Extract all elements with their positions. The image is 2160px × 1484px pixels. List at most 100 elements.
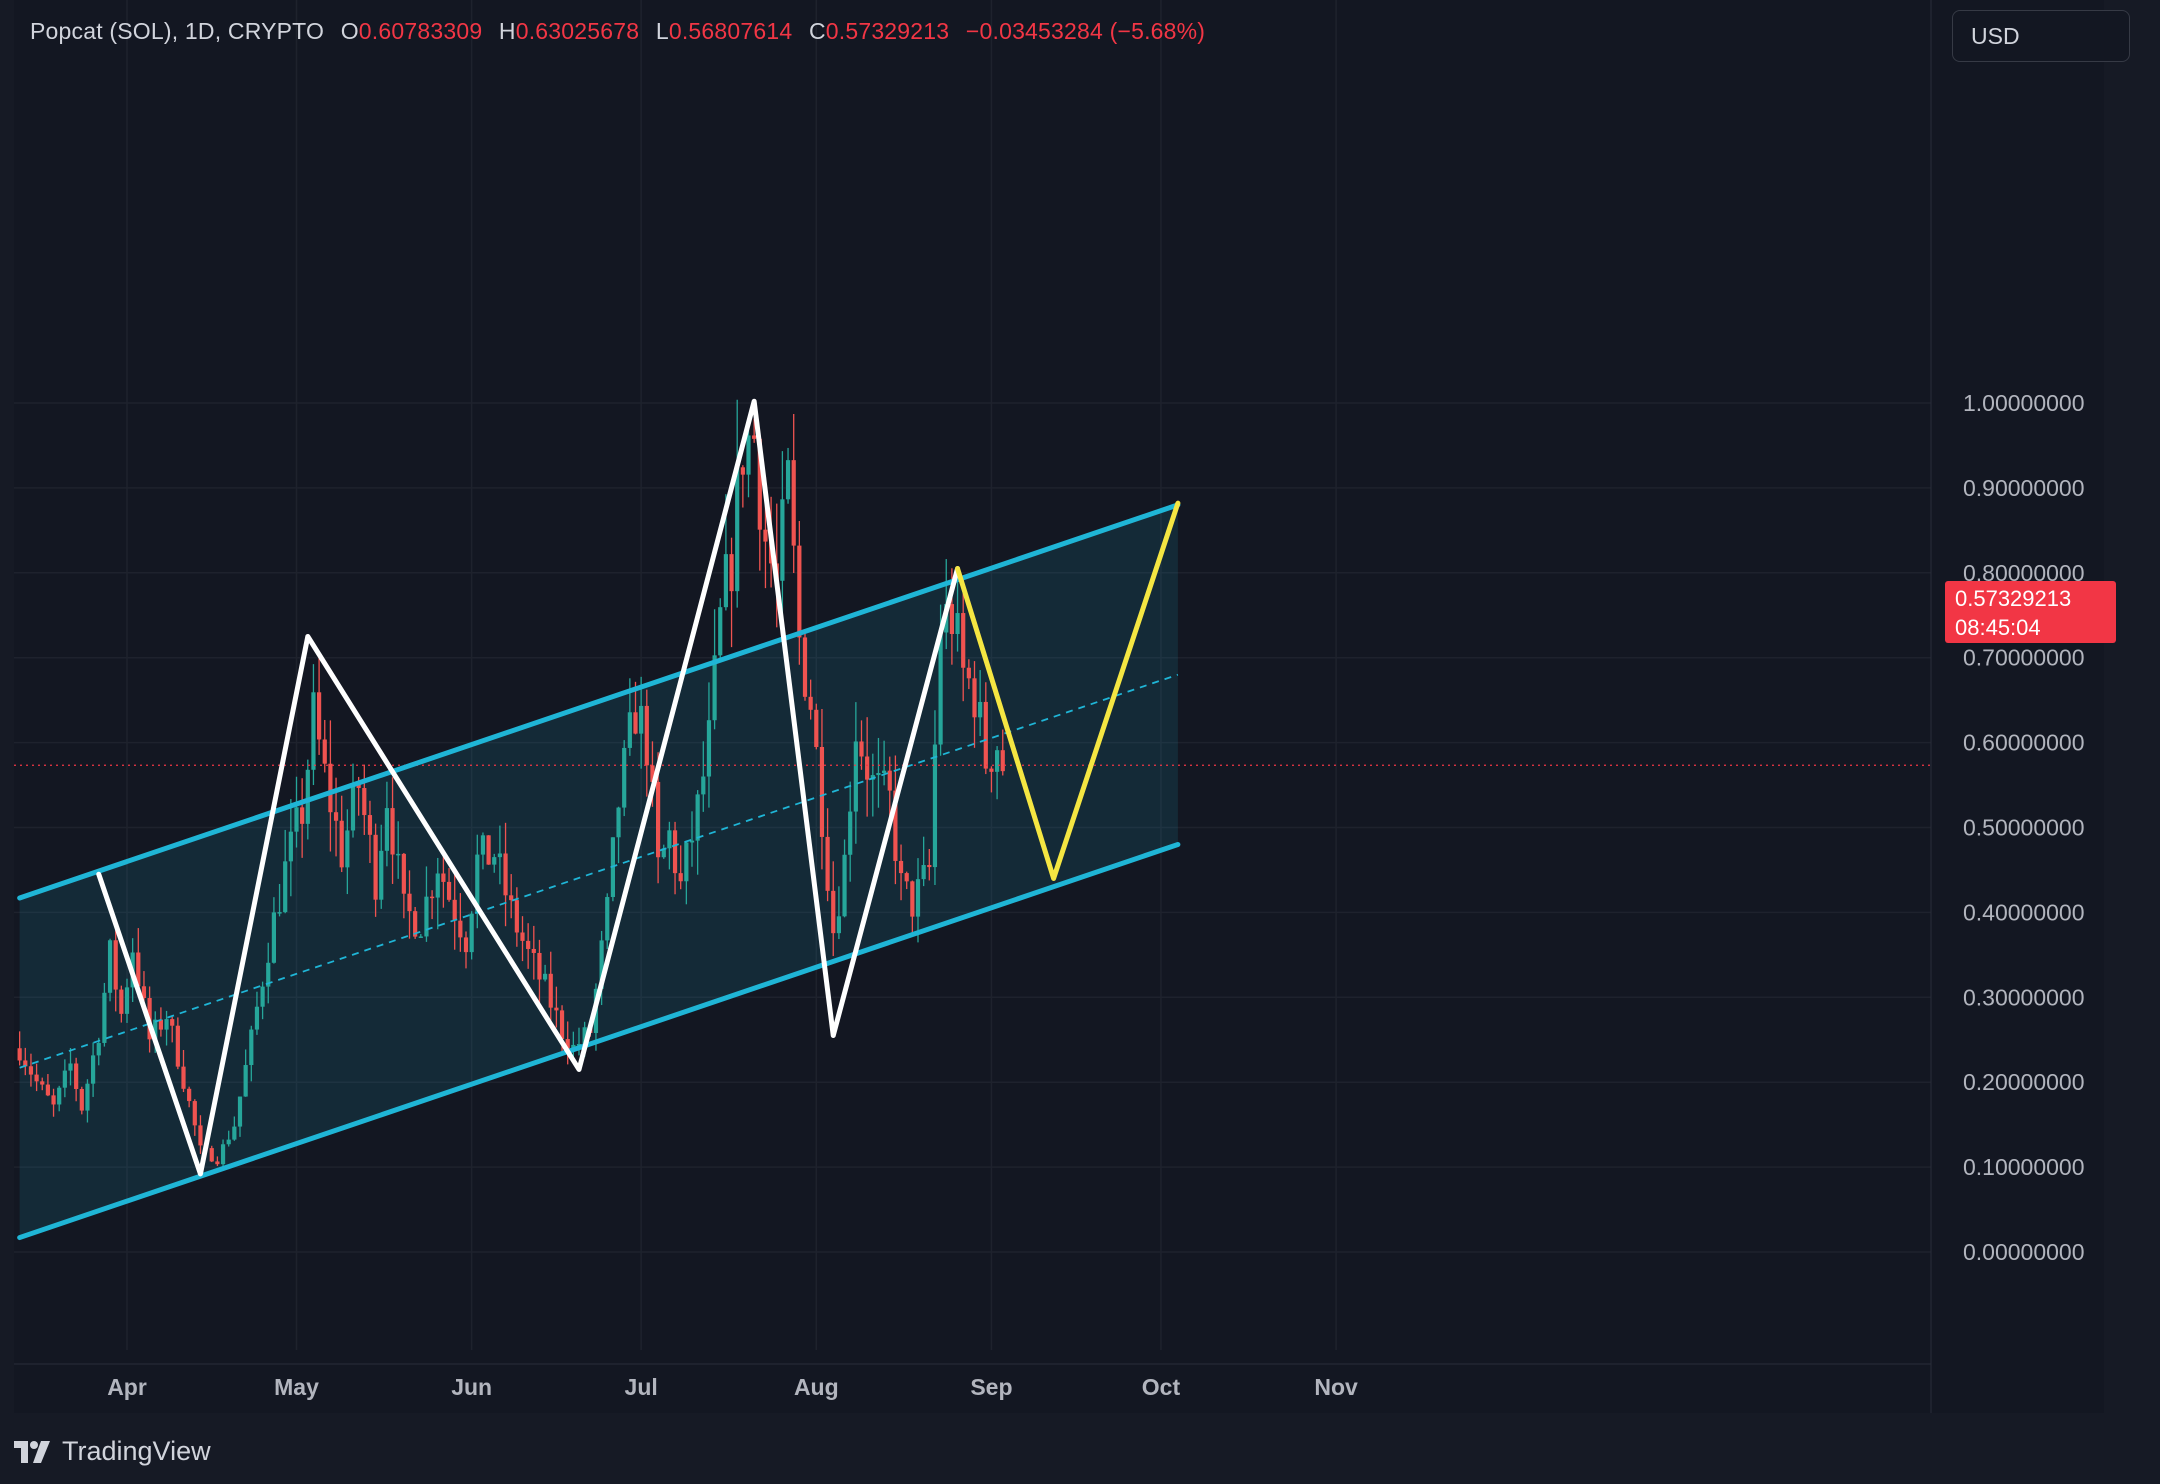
candle-body [237,1096,243,1127]
candle-body [995,750,1000,772]
candle-body [842,854,847,917]
candle-body [480,835,486,855]
close-label: C [808,18,826,44]
candle-body [695,794,700,841]
candle-body [446,881,452,900]
candle-body [187,1088,192,1102]
candle-body [226,1139,231,1145]
y-tick-label: 0.10000000 [1963,1154,2085,1180]
candle-body [763,529,768,542]
x-tick-label: Sep [970,1374,1012,1400]
candle-body [554,1007,559,1011]
candle-body [362,788,367,816]
candle-body [887,770,892,791]
candle-body [28,1066,34,1075]
candle-body [882,770,887,774]
candle-body [51,1095,56,1105]
candle-body [34,1074,39,1082]
candle-body [910,881,915,917]
y-tick-label: 0.50000000 [1963,815,2085,841]
candle-body [96,1042,101,1056]
y-tick-label: 0.20000000 [1963,1069,2085,1095]
candle-body [373,834,378,900]
candle-body [192,1101,197,1126]
candle-body [40,1081,45,1085]
candle-body [311,692,316,770]
y-tick-label: 1.00000000 [1963,390,2085,416]
y-tick-label: 0.90000000 [1963,475,2085,501]
candle-body [469,913,474,953]
x-tick-label: Apr [107,1374,147,1400]
candle-body [978,701,983,718]
candle-body [497,853,502,858]
symbol-name: Popcat (SOL), 1D, CRYPTO [30,18,325,44]
x-tick-label: Jun [451,1374,492,1400]
candle-body [780,499,785,581]
tradingview-logo[interactable]: TradingView [14,1436,211,1467]
candle-body [215,1161,220,1165]
candle-body [294,807,299,832]
candle-body [633,712,638,734]
tradingview-icon [14,1440,50,1463]
candle-body [441,873,446,882]
candle-body [548,973,553,1008]
candle-body [271,912,276,963]
high-label: H [498,18,516,44]
price-chart[interactable]: 1.000000000.900000000.800000000.70000000… [14,0,2104,1413]
y-tick-label: 0.40000000 [1963,899,2085,925]
candle-body [853,741,858,812]
candle-body [430,896,435,899]
candle-body [175,1025,180,1067]
candle-body [170,1019,175,1026]
candle-body [898,860,904,874]
candle-body [955,613,960,635]
candle-body [740,467,745,475]
candle-body [684,842,689,882]
candle-body [825,836,830,891]
candle-body [915,879,921,917]
candle-body [486,835,491,865]
candle-body [328,763,333,813]
high-value: 0.63025678 [515,18,640,44]
candle-body [559,1010,565,1040]
candle-body [735,467,740,592]
candle-body [746,435,751,475]
candle-body [543,973,548,980]
candle-body [639,705,644,734]
candle-body [989,768,994,772]
candle-body [418,936,423,938]
candle-body [333,812,339,821]
candle-body [785,460,791,500]
candle-body [68,1063,73,1071]
candle-body [17,1048,22,1061]
candle-body [249,1029,254,1066]
candle-body [966,667,971,679]
currency-button[interactable]: USD [1952,10,2130,62]
candle-body [644,705,649,766]
candle-body [656,781,661,858]
candle-body [396,853,401,856]
x-tick-label: Jul [625,1374,658,1400]
candle-body [45,1084,50,1096]
low-value: 0.56807614 [668,18,793,44]
candle-body [260,986,265,1007]
candle-body [119,989,124,1014]
open-label: O [340,18,359,44]
footer-bar [14,1413,2160,1484]
candle-body [452,899,457,921]
current-price-badge: 0.57329213 08:45:04 [1945,581,2116,643]
candle-body [752,435,757,439]
candle-body [113,940,118,990]
x-tick-label: Aug [794,1374,839,1400]
candle-body [729,554,734,592]
candle-body [62,1070,67,1088]
current-price-value: 0.57329213 [1955,586,2072,611]
candle-body [322,739,327,764]
symbol-header: Popcat (SOL), 1D, CRYPTO O0.60783309 H0.… [30,18,1205,45]
candle-body [232,1126,237,1140]
candle-body [492,857,497,865]
candle-body [407,893,412,912]
candle-body [520,932,525,941]
chart-panel[interactable]: 1.00000000 0.90000000 0.80000000 0.70000000… [14,0,2104,1413]
candle-body [921,865,926,880]
